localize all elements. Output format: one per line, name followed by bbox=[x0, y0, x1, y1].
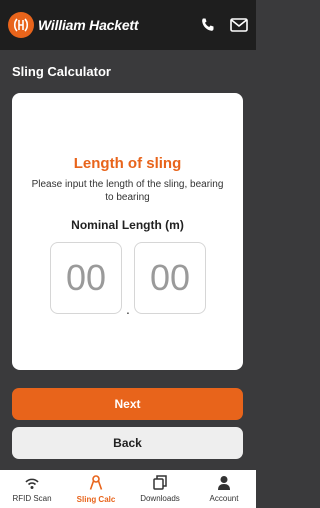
card-description: Please input the length of the sling, be… bbox=[31, 179, 224, 203]
sling-icon bbox=[89, 474, 103, 493]
page-title: Sling Calculator bbox=[12, 64, 111, 79]
tab-account[interactable]: Account bbox=[192, 470, 256, 508]
nominal-length-label: Nominal Length (m) bbox=[71, 218, 184, 232]
bottom-tab-bar: RFID Scan Sling Calc Downloads Account bbox=[0, 470, 256, 508]
tab-downloads[interactable]: Downloads bbox=[128, 470, 192, 508]
back-button[interactable]: Back bbox=[12, 427, 243, 459]
tab-label: Sling Calc bbox=[76, 494, 116, 504]
phone-icon[interactable] bbox=[200, 17, 216, 33]
brand-name: William Hackett bbox=[38, 17, 139, 33]
card-heading: Length of sling bbox=[73, 155, 182, 172]
downloads-icon bbox=[153, 475, 167, 492]
length-whole-input[interactable]: 00 bbox=[50, 242, 122, 314]
tab-rfid-scan[interactable]: RFID Scan bbox=[0, 470, 64, 508]
decimal-separator: . bbox=[126, 301, 130, 317]
mail-icon[interactable] bbox=[230, 18, 248, 32]
brand-logo-icon bbox=[8, 12, 34, 38]
tab-sling-calc[interactable]: Sling Calc bbox=[64, 470, 128, 508]
tab-label: RFID Scan bbox=[12, 493, 52, 503]
length-fraction-input[interactable]: 00 bbox=[134, 242, 206, 314]
length-input-group: 00 . 00 bbox=[50, 242, 206, 317]
next-button[interactable]: Next bbox=[12, 388, 243, 420]
account-icon bbox=[217, 475, 231, 492]
rfid-icon bbox=[24, 476, 40, 492]
app-header: William Hackett bbox=[0, 0, 256, 50]
tab-label: Downloads bbox=[140, 494, 180, 503]
sling-length-card: Length of sling Please input the length … bbox=[12, 93, 243, 370]
tab-label: Account bbox=[209, 494, 239, 503]
